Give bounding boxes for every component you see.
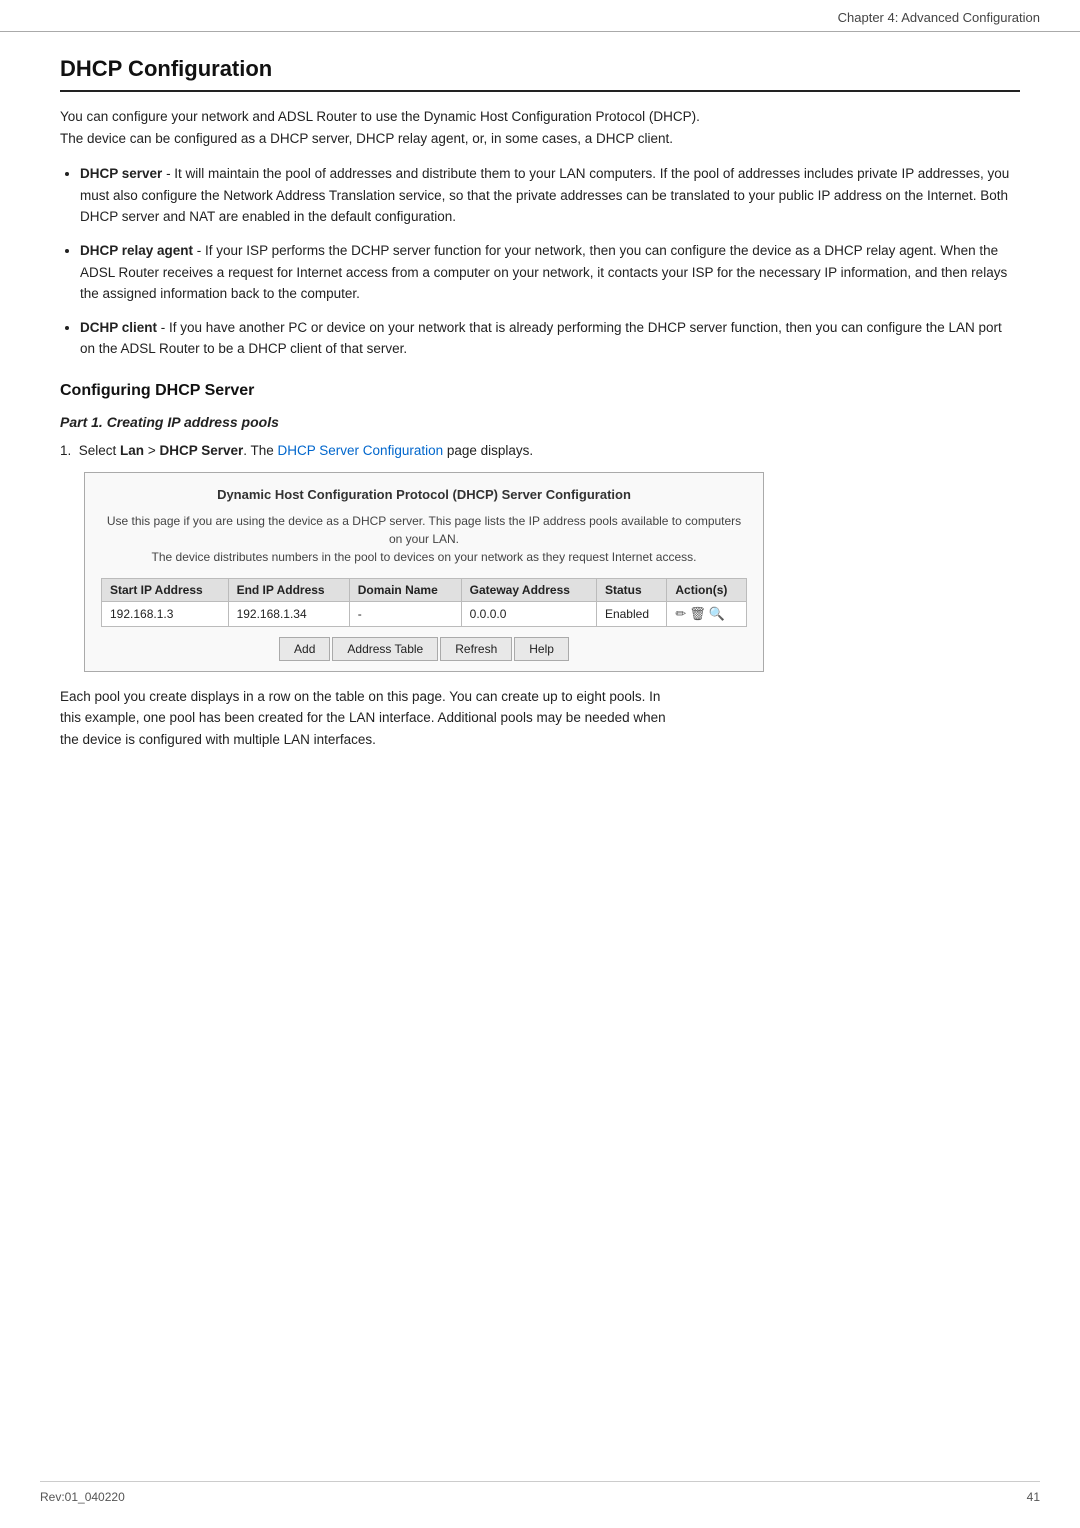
- dhcp-config-box: Dynamic Host Configuration Protocol (DHC…: [84, 472, 764, 672]
- term-server: DHCP server: [80, 166, 162, 181]
- term-client: DCHP client: [80, 320, 157, 335]
- step1-arrow: >: [144, 443, 159, 458]
- table-header-row: Start IP Address End IP Address Domain N…: [102, 578, 747, 601]
- cell-actions: ✏ 🗑 🔍: [667, 601, 747, 626]
- cell-domain: -: [349, 601, 461, 626]
- feature-list: DHCP server - It will maintain the pool …: [80, 163, 1020, 360]
- text-client: - If you have another PC or device on yo…: [80, 320, 1002, 357]
- delete-icon[interactable]: 🗑: [689, 606, 706, 622]
- chapter-title: Chapter 4: Advanced Configuration: [838, 10, 1040, 25]
- after-line1: Each pool you create displays in a row o…: [60, 689, 660, 704]
- step1-pre: Select: [79, 443, 120, 458]
- col-domain: Domain Name: [349, 578, 461, 601]
- address-table-button[interactable]: Address Table: [332, 637, 438, 661]
- intro-line2: The device can be configured as a DHCP s…: [60, 131, 673, 146]
- col-status: Status: [596, 578, 666, 601]
- cell-start-ip: 192.168.1.3: [102, 601, 229, 626]
- add-button[interactable]: Add: [279, 637, 330, 661]
- list-item-relay: DHCP relay agent - If your ISP performs …: [80, 240, 1020, 305]
- list-item-server: DHCP server - It will maintain the pool …: [80, 163, 1020, 228]
- footer: Rev:01_040220 41: [40, 1481, 1040, 1504]
- edit-icon[interactable]: ✏: [675, 606, 686, 622]
- intro-line1: You can configure your network and ADSL …: [60, 109, 700, 124]
- term-relay: DHCP relay agent: [80, 243, 193, 258]
- after-box-text: Each pool you create displays in a row o…: [60, 686, 1020, 751]
- help-button[interactable]: Help: [514, 637, 569, 661]
- dhcp-table: Start IP Address End IP Address Domain N…: [101, 578, 747, 627]
- cell-gateway: 0.0.0.0: [461, 601, 596, 626]
- section-heading: Configuring DHCP Server: [60, 382, 1020, 400]
- footer-page: 41: [1027, 1490, 1040, 1504]
- refresh-button[interactable]: Refresh: [440, 637, 512, 661]
- step-1: 1. Select Lan > DHCP Server. The DHCP Se…: [60, 440, 1020, 750]
- cell-end-ip: 192.168.1.34: [228, 601, 349, 626]
- col-start-ip: Start IP Address: [102, 578, 229, 601]
- page-container: Chapter 4: Advanced Configuration DHCP C…: [0, 0, 1080, 1528]
- dhcp-box-title: Dynamic Host Configuration Protocol (DHC…: [101, 487, 747, 502]
- dhcp-box-desc: Use this page if you are using the devic…: [101, 512, 747, 566]
- step1-bold2: DHCP Server: [159, 443, 243, 458]
- main-content: DHCP Configuration You can configure you…: [0, 32, 1080, 824]
- step1-link: DHCP Server Configuration: [278, 443, 444, 458]
- dhcp-desc-line1: Use this page if you are using the devic…: [107, 514, 741, 546]
- dhcp-desc-line2: The device distributes numbers in the po…: [152, 550, 697, 564]
- step1-post: . The: [243, 443, 277, 458]
- step1-bold1: Lan: [120, 443, 144, 458]
- col-actions: Action(s): [667, 578, 747, 601]
- header-bar: Chapter 4: Advanced Configuration: [0, 0, 1080, 32]
- footer-revision: Rev:01_040220: [40, 1490, 125, 1504]
- table-row: 192.168.1.3 192.168.1.34 - 0.0.0.0 Enabl…: [102, 601, 747, 626]
- intro-paragraph: You can configure your network and ADSL …: [60, 106, 1020, 149]
- part-heading: Part 1. Creating IP address pools: [60, 414, 1020, 430]
- text-server: - It will maintain the pool of addresses…: [80, 166, 1009, 224]
- step1-post2: page displays.: [443, 443, 533, 458]
- cell-status: Enabled: [596, 601, 666, 626]
- text-relay: - If your ISP performs the DCHP server f…: [80, 243, 1007, 301]
- col-gateway: Gateway Address: [461, 578, 596, 601]
- after-line3: the device is configured with multiple L…: [60, 732, 376, 747]
- page-title: DHCP Configuration: [60, 56, 1020, 92]
- view-icon[interactable]: 🔍: [709, 606, 725, 622]
- dhcp-button-row: Add Address Table Refresh Help: [101, 637, 747, 661]
- step-1-text: 1. Select Lan > DHCP Server. The DHCP Se…: [60, 440, 1020, 462]
- col-end-ip: End IP Address: [228, 578, 349, 601]
- action-icons: ✏ 🗑 🔍: [675, 606, 725, 622]
- after-line2: this example, one pool has been created …: [60, 710, 666, 725]
- list-item-client: DCHP client - If you have another PC or …: [80, 317, 1020, 360]
